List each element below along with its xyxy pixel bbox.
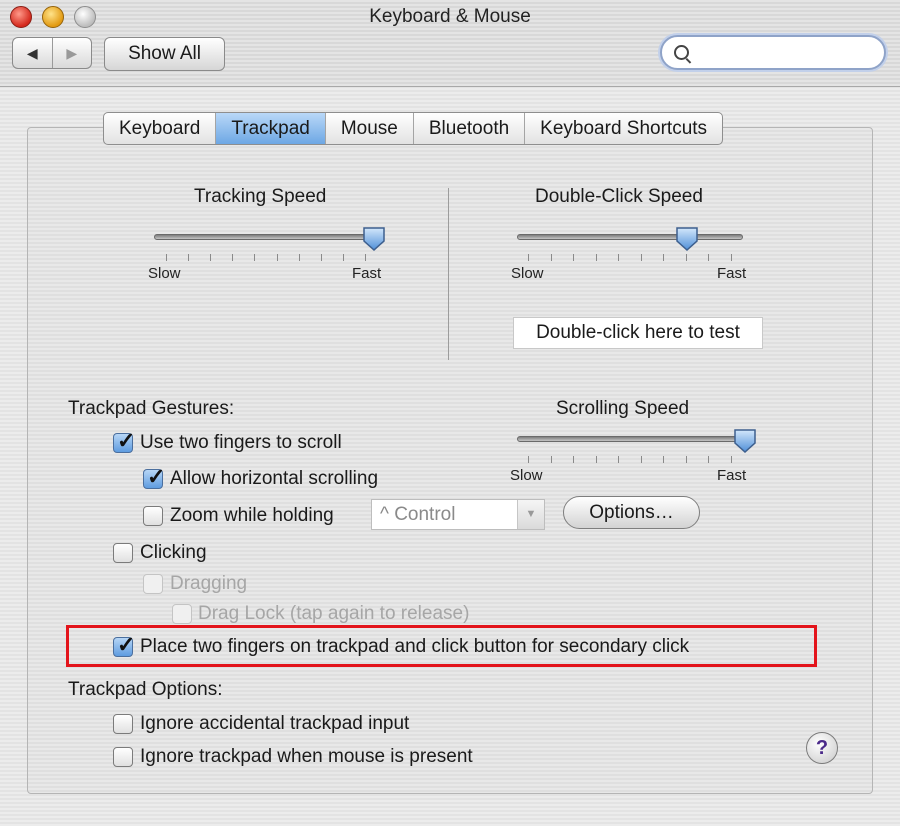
double-click-speed-track[interactable]: [517, 234, 743, 240]
checkmark-icon: ✓: [117, 632, 136, 657]
tab-keyboard-shortcuts[interactable]: Keyboard Shortcuts: [525, 113, 722, 144]
scrolling-speed-title: Scrolling Speed: [556, 398, 690, 419]
tab-mouse[interactable]: Mouse: [326, 113, 414, 144]
double-click-speed-min-label: Slow: [511, 265, 544, 282]
forward-button[interactable]: ▶: [53, 38, 92, 68]
ignore-accidental-label: Ignore accidental trackpad input: [140, 713, 410, 734]
window-title: Keyboard & Mouse: [369, 6, 531, 27]
double-click-speed-thumb[interactable]: [675, 226, 699, 252]
search-field[interactable]: [660, 35, 886, 70]
section-divider: [448, 188, 449, 360]
double-click-speed-max-label: Fast: [717, 265, 747, 282]
tracking-speed-min-label: Slow: [148, 265, 181, 282]
double-click-test-area[interactable]: Double-click here to test: [513, 317, 763, 349]
dragging-checkbox[interactable]: [143, 574, 163, 594]
search-input[interactable]: [692, 41, 881, 65]
two-finger-scroll-label: Use two fingers to scroll: [140, 432, 342, 453]
scrolling-speed-ticks: [528, 456, 732, 464]
scrolling-speed-max-label: Fast: [717, 467, 747, 484]
help-icon: ?: [815, 736, 829, 759]
dragging-label: Dragging: [170, 573, 248, 594]
checkmark-icon: ✓: [147, 464, 166, 489]
tab-keyboard[interactable]: Keyboard: [104, 113, 217, 144]
horizontal-scroll-checkbox[interactable]: ✓: [143, 464, 165, 489]
double-click-speed-ticks: [528, 254, 732, 262]
help-button[interactable]: ?: [806, 732, 838, 764]
secondary-click-label: Place two fingers on trackpad and click …: [140, 636, 690, 657]
scrolling-speed-min-label: Slow: [510, 467, 543, 484]
tracking-speed-ticks: [166, 254, 366, 262]
back-button[interactable]: ◀: [13, 38, 53, 68]
horizontal-scroll-label: Allow horizontal scrolling: [170, 468, 379, 489]
checkmark-icon: ✓: [117, 428, 136, 453]
secondary-click-checkbox[interactable]: ✓: [113, 632, 135, 657]
ignore-with-mouse-label: Ignore trackpad when mouse is present: [140, 746, 473, 767]
options-button[interactable]: Options…: [563, 496, 700, 529]
double-click-speed-title: Double-Click Speed: [535, 186, 703, 207]
ignore-with-mouse-checkbox[interactable]: [113, 747, 133, 767]
tracking-speed-thumb[interactable]: [362, 226, 386, 252]
drag-lock-checkbox[interactable]: [172, 604, 192, 624]
search-icon: [674, 45, 689, 60]
zoom-modifier-value: ^ Control: [380, 504, 456, 525]
tab-bluetooth[interactable]: Bluetooth: [414, 113, 526, 144]
clicking-checkbox[interactable]: [113, 543, 133, 563]
show-all-button[interactable]: Show All: [104, 37, 225, 71]
tab-trackpad[interactable]: Trackpad: [216, 113, 326, 144]
navigation-buttons: ◀ ▶: [12, 37, 92, 69]
ignore-accidental-checkbox[interactable]: [113, 714, 133, 734]
zoom-holding-label: Zoom while holding: [170, 505, 334, 526]
tracking-speed-track[interactable]: [154, 234, 378, 240]
two-finger-scroll-checkbox[interactable]: ✓: [113, 428, 135, 453]
scrolling-speed-track[interactable]: [517, 436, 743, 442]
trackpad-gestures-heading: Trackpad Gestures:: [68, 398, 235, 419]
tracking-speed-max-label: Fast: [352, 265, 382, 282]
chevron-down-icon: ▼: [517, 500, 544, 529]
tracking-speed-title: Tracking Speed: [194, 186, 327, 207]
tab-bar: Keyboard Trackpad Mouse Bluetooth Keyboa…: [103, 112, 724, 145]
zoom-modifier-select[interactable]: ^ Control ▼: [371, 499, 545, 530]
trackpad-options-heading: Trackpad Options:: [68, 679, 223, 700]
scrolling-speed-thumb[interactable]: [733, 428, 757, 454]
title-bar: Keyboard & Mouse ◀ ▶ Show All: [0, 0, 900, 87]
drag-lock-label: Drag Lock (tap again to release): [198, 603, 470, 624]
keyboard-mouse-window: Keyboard & Mouse ◀ ▶ Show All Keyboard T…: [0, 0, 900, 826]
zoom-holding-checkbox[interactable]: [143, 506, 163, 526]
clicking-label: Clicking: [140, 542, 207, 563]
